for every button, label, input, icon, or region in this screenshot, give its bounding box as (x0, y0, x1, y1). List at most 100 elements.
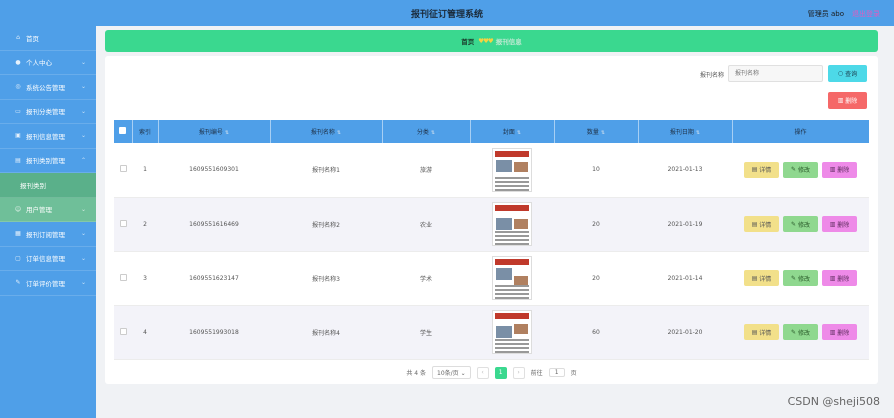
logout-link[interactable]: 退出登录 (852, 9, 880, 19)
sidebar-item-info[interactable]: ▣ 报刊信息管理 ⌄ (0, 124, 96, 149)
column-header[interactable]: 报刊名称 ⇅ (270, 120, 383, 143)
cell-category: 农业 (382, 197, 470, 252)
sidebar-item-profile[interactable]: ● 个人中心 ⌄ (0, 51, 96, 75)
sidebar-item-type[interactable]: ▤ 报刊类别管理 ⌃ (0, 149, 96, 173)
sidebar-item-notice[interactable]: ◎ 系统公告管理 ⌄ (0, 75, 96, 100)
detail-button[interactable]: ▤ 详情 (744, 216, 779, 232)
pagination: 共 4 条 10条/页 ⌄ ‹ 1 › 前往 1 页 (105, 366, 878, 379)
order-icon: ▢ (15, 254, 21, 262)
detail-button[interactable]: ▤ 详情 (744, 324, 779, 340)
watermark: CSDN @sheji508 (787, 395, 880, 408)
row-checkbox[interactable] (119, 165, 127, 173)
column-header: 操作 (732, 120, 870, 143)
search-icon: ○ (837, 70, 846, 77)
chevron-down-icon: ⌄ (80, 279, 86, 286)
row-select-cell[interactable] (114, 143, 132, 198)
detail-button[interactable]: ▤ 详情 (744, 270, 779, 286)
sort-icon[interactable]: ⇅ (601, 130, 605, 136)
search-button[interactable]: ○ 查询 (828, 65, 867, 82)
column-header[interactable]: 报刊编号 ⇅ (158, 120, 271, 143)
trash-icon: ▥ (829, 274, 838, 282)
cell-category: 学术 (382, 251, 470, 306)
sidebar-item-subscribe[interactable]: ▦ 报刊订阅管理 ⌄ (0, 222, 96, 247)
row-checkbox[interactable] (119, 327, 127, 335)
sort-icon[interactable]: ⇅ (431, 130, 435, 136)
sidebar-item-label: 首页 (26, 34, 39, 43)
table-row: 4 1609551993018 报刊名称4 学生 60 2021-01-20 ▤ 详情 ✎ 修… (114, 305, 869, 360)
cover-image (492, 310, 532, 354)
goto-suffix: 页 (570, 370, 577, 377)
users-icon: ☺ (14, 205, 22, 213)
select-all-cell[interactable] (114, 120, 133, 143)
cell-cover (470, 143, 554, 198)
chevron-down-icon: ⌄ (80, 205, 86, 213)
cell-date: 2021-01-19 (638, 197, 732, 252)
delete-button[interactable]: ▥ 删除 (822, 270, 857, 286)
breadcrumb-current: 报刊信息 (495, 38, 522, 46)
trash-icon: ▥ (829, 220, 838, 228)
delete-button[interactable]: ▥ 删除 (822, 324, 857, 340)
edit-icon: ✎ (791, 166, 798, 174)
cell-code: 1609551993018 (158, 305, 270, 360)
cell-date: 2021-01-14 (638, 251, 732, 306)
user-icon: ● (15, 58, 21, 66)
home-icon: ⌂ (16, 34, 20, 42)
row-checkbox[interactable] (119, 219, 127, 227)
row-select-cell[interactable] (114, 197, 132, 252)
cell-qty: 20 (554, 251, 638, 306)
sidebar-item-review[interactable]: ✎ 订单评价管理 ⌄ (0, 271, 96, 296)
column-header[interactable]: 数量 ⇅ (554, 120, 639, 143)
column-header[interactable]: 封面 ⇅ (470, 120, 555, 143)
row-select-cell[interactable] (114, 305, 132, 360)
row-select-cell[interactable] (114, 251, 132, 306)
heart-icon: ♥♥♥ (478, 37, 494, 45)
delete-button[interactable]: ▥ 删除 (822, 161, 857, 178)
cell-category: 学生 (382, 305, 470, 360)
cell-cover (470, 197, 554, 252)
sort-icon[interactable]: ⇅ (517, 130, 521, 136)
row-checkbox[interactable] (119, 273, 127, 281)
content-panel: 报刊名称 ○ 查询 ▥ 删除 索引 报刊编号⇅ 报刊名称⇅ 分类⇅ 封面⇅ 数量… (105, 56, 878, 384)
prev-page-button[interactable]: ‹ (476, 366, 489, 379)
sidebar-item-label: 用户管理 (26, 206, 52, 215)
goto-input[interactable]: 1 (548, 368, 565, 377)
batch-delete-button[interactable]: ▥ 删除 (828, 92, 867, 109)
search-input[interactable] (728, 65, 823, 82)
delete-button[interactable]: ▥ 删除 (822, 216, 857, 232)
trash-icon: ▥ (837, 97, 846, 104)
sidebar-item-category[interactable]: ▭ 报刊分类管理 ⌄ (0, 100, 96, 124)
user-label: 管理员 abo (807, 10, 844, 18)
sidebar-item-label: 系统公告管理 (26, 83, 65, 92)
subscribe-icon: ▦ (15, 230, 21, 238)
edit-button[interactable]: ✎ 修改 (783, 161, 818, 178)
sort-icon[interactable]: ⇅ (696, 130, 700, 136)
sidebar-item-label: 报刊类别管理 (26, 157, 65, 166)
sidebar-subitem-type[interactable]: 报刊类别 (0, 173, 96, 198)
cell-name: 报刊名称3 (270, 251, 382, 306)
sidebar-item-home[interactable]: ⌂ 首页 (0, 26, 96, 51)
edit-button[interactable]: ✎ 修改 (783, 270, 818, 286)
breadcrumb-home[interactable]: 首页 (461, 36, 474, 46)
cell-name: 报刊名称2 (270, 197, 382, 252)
cell-category: 旅游 (382, 143, 470, 198)
sidebar-item-users[interactable]: ☺ 用户管理 ⌄ (0, 197, 96, 222)
page-size-select[interactable]: 10条/页 ⌄ (432, 366, 471, 379)
edit-button[interactable]: ✎ 修改 (783, 216, 818, 232)
next-page-button[interactable]: › (512, 366, 525, 379)
sort-icon[interactable]: ⇅ (337, 130, 341, 136)
detail-button[interactable]: ▤ 详情 (744, 161, 779, 178)
edit-button[interactable]: ✎ 修改 (783, 324, 818, 340)
cell-actions: ▤ 详情 ✎ 修改 ▥ 删除 (732, 305, 869, 360)
sidebar-item-label: 订单信息管理 (26, 255, 65, 264)
cell-qty: 20 (554, 197, 638, 252)
column-header: 索引 (132, 120, 159, 143)
sidebar-item-order[interactable]: ▢ 订单信息管理 ⌄ (0, 247, 96, 271)
table-row: 2 1609551616469 报刊名称2 农业 20 2021-01-19 ▤ 详情 ✎ 修… (114, 197, 869, 252)
chevron-down-icon: ⌄ (80, 132, 86, 139)
select-all-checkbox[interactable] (119, 127, 127, 134)
chevron-down-icon: ⌄ (80, 83, 86, 90)
sort-icon[interactable]: ⇅ (225, 130, 229, 136)
column-header[interactable]: 分类 ⇅ (382, 120, 471, 143)
column-header[interactable]: 报刊日期 ⇅ (638, 120, 733, 143)
current-page[interactable]: 1 (494, 366, 507, 379)
